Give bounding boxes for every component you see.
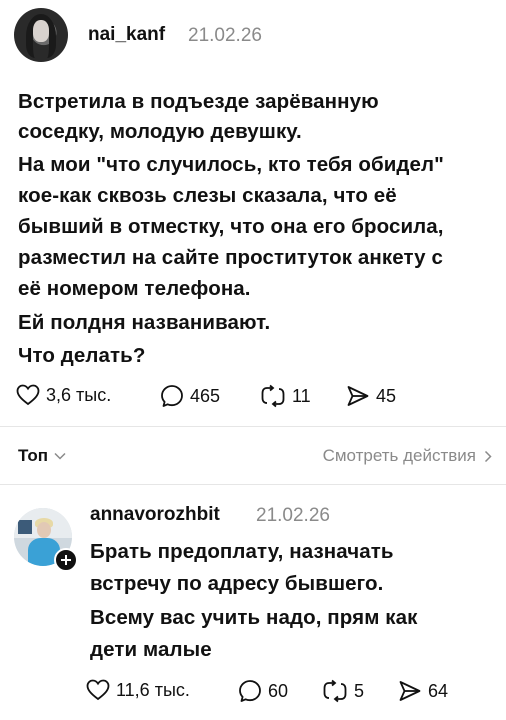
post-text-line: кое-как сквозь слезы сказала, что её xyxy=(18,184,397,207)
avatar-face xyxy=(37,522,51,538)
reply-author-username[interactable]: annavorozhbit xyxy=(90,504,220,526)
reply-share-button[interactable]: 64 xyxy=(398,679,448,703)
sort-dropdown[interactable]: Топ xyxy=(18,446,66,466)
author-username[interactable]: nai_kanf xyxy=(88,24,165,46)
reply-text-line: дети малые xyxy=(90,638,212,661)
post-text-line: бывший в отместку, что она его бросила, xyxy=(18,215,444,238)
post-text-line: разместил на сайте проституток анкету с xyxy=(18,246,443,269)
view-activity-link[interactable]: Смотреть действия xyxy=(323,446,492,466)
heart-icon xyxy=(16,384,40,406)
reply-text-line: встречу по адресу бывшего. xyxy=(90,572,384,595)
reply-like-count: 11,6 тыс. xyxy=(116,679,190,700)
activity-label: Смотреть действия xyxy=(322,446,476,465)
post-text-line: Что делать? xyxy=(18,344,146,367)
like-button[interactable]: 3,6 тыс. xyxy=(16,384,111,406)
post-text-line: её номером телефона. xyxy=(18,277,251,300)
repost-button[interactable]: 11 xyxy=(260,384,311,408)
comment-count: 465 xyxy=(190,385,221,406)
reply-text-line: Брать предоплату, назначать xyxy=(90,540,394,563)
post-text-line: Ей полдня названивают. xyxy=(18,311,271,334)
heart-icon xyxy=(86,679,110,701)
repost-icon xyxy=(323,679,347,703)
reply-text-line: Всему вас учить надо, прям как xyxy=(90,606,418,629)
plus-icon xyxy=(61,555,71,565)
avatar-face xyxy=(33,20,49,42)
reply-comment-button[interactable]: 60 xyxy=(238,679,288,703)
send-icon xyxy=(399,681,421,701)
reply-repost-count: 5 xyxy=(354,680,365,701)
send-icon xyxy=(347,386,369,406)
comment-bubble-icon xyxy=(239,680,261,702)
author-avatar[interactable] xyxy=(14,8,68,62)
share-button[interactable]: 45 xyxy=(346,384,396,408)
divider xyxy=(0,484,506,485)
comment-button[interactable]: 465 xyxy=(160,384,220,408)
repost-count: 11 xyxy=(292,385,311,406)
repost-icon xyxy=(261,384,285,408)
reply-share-count: 64 xyxy=(428,680,449,701)
avatar-background-sign xyxy=(18,520,32,534)
follow-badge[interactable] xyxy=(54,548,78,572)
post-text-line: Встретила в подъезде зарёванную xyxy=(18,90,379,113)
like-count: 3,6 тыс. xyxy=(46,384,112,405)
post-text-line: На мои "что случилось, кто тебя обидел" xyxy=(18,153,444,176)
post-text-line: соседку, молодую девушку. xyxy=(18,120,302,143)
sort-label: Топ xyxy=(18,446,48,465)
chevron-right-icon xyxy=(484,450,492,462)
comment-bubble-icon xyxy=(161,385,183,407)
divider xyxy=(0,426,506,427)
reply-like-button[interactable]: 11,6 тыс. xyxy=(86,679,190,701)
reply-date: 21.02.26 xyxy=(256,505,330,526)
reply-comment-count: 60 xyxy=(268,680,289,701)
reply-repost-button[interactable]: 5 xyxy=(322,679,364,703)
chevron-down-icon xyxy=(54,452,66,460)
post-date: 21.02.26 xyxy=(188,25,262,46)
share-count: 45 xyxy=(376,385,397,406)
